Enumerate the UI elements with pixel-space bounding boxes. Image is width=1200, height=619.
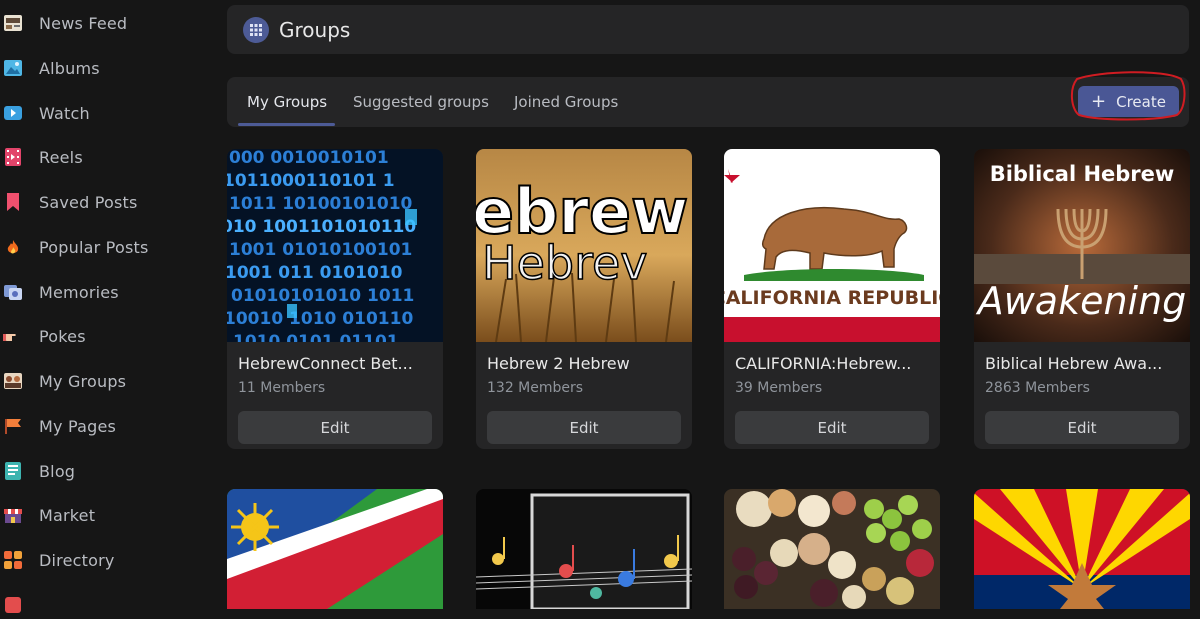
edit-group-button[interactable]: Edit — [735, 411, 929, 444]
plus-icon: + — [1091, 90, 1107, 112]
svg-text:1001 01010100101: 1001 01010100101 — [229, 240, 412, 260]
group-name[interactable]: HebrewConnect Bet... — [238, 354, 432, 373]
group-member-count: 132 Members — [487, 380, 584, 396]
sidebar-item-news-feed[interactable]: News Feed — [0, 9, 215, 37]
memories-icon — [3, 282, 23, 302]
sidebar-item-blog[interactable]: Blog — [0, 457, 215, 485]
sidebar-item-directory[interactable]: Directory — [0, 546, 215, 574]
group-name[interactable]: CALIFORNIA:Hebrew... — [735, 354, 929, 373]
tab-suggested-groups[interactable]: Suggested groups — [353, 93, 489, 111]
image-caption: Awakening — [975, 279, 1187, 323]
create-group-button[interactable]: + Create — [1078, 86, 1179, 117]
image-caption: CALIFORNIA REPUBLIC — [724, 287, 940, 309]
group-card[interactable] — [974, 489, 1190, 609]
sidebar-item-label: News Feed — [39, 13, 128, 33]
california-flag-image: CALIFORNIA REPUBLIC — [724, 149, 940, 342]
svg-text:10010 1010 010110: 10010 1010 010110 — [227, 309, 413, 329]
page-title: Groups — [279, 18, 351, 42]
bookmark-icon — [3, 192, 23, 212]
group-card[interactable]: ebrew Hebrev Hebrew 2 Hebrew 132 Members… — [476, 149, 692, 449]
sidebar-item-reels[interactable]: Reels — [0, 143, 215, 171]
svg-text:1011 10100101010: 1011 10100101010 — [229, 194, 413, 214]
namibia-flag-image — [227, 489, 443, 609]
edit-group-button[interactable]: Edit — [487, 411, 681, 444]
group-card[interactable]: Biblical Hebrew Awakening Biblical Hebre… — [974, 149, 1190, 449]
group-name[interactable]: Biblical Hebrew Awa... — [985, 354, 1179, 373]
group-name[interactable]: Hebrew 2 Hebrew — [487, 354, 681, 373]
image-caption: Biblical Hebrew — [990, 162, 1175, 186]
group-card[interactable] — [227, 489, 443, 609]
directory-icon — [3, 550, 23, 570]
svg-text:000 0010010101: 000 0010010101 — [229, 149, 389, 168]
svg-text:010 1001101010110: 010 1001101010110 — [227, 217, 416, 237]
sidebar: News Feed Albums Watch Reels Saved Posts… — [0, 0, 215, 613]
sidebar-item-my-pages[interactable]: My Pages — [0, 412, 215, 440]
sidebar-item-market[interactable]: Market — [0, 501, 215, 529]
sidebar-item-memories[interactable]: Memories — [0, 278, 215, 306]
tab-joined-groups[interactable]: Joined Groups — [514, 93, 618, 111]
image-caption: Hebrev — [482, 236, 648, 290]
active-tab-indicator — [238, 123, 335, 126]
sidebar-item-label: Albums — [39, 58, 100, 78]
sidebar-item-label: Watch — [39, 103, 90, 123]
sidebar-item-pokes[interactable]: Pokes — [0, 322, 215, 350]
sidebar-item-label: Memories — [39, 282, 119, 302]
tab-my-groups[interactable]: My Groups — [247, 93, 327, 111]
group-member-count: 2863 Members — [985, 380, 1090, 396]
group-member-count: 39 Members — [735, 380, 823, 396]
binary-code-image: 000 0010010101 1011000110101 1 1011 1010… — [227, 149, 443, 342]
group-card[interactable]: CALIFORNIA REPUBLIC CALIFORNIA:Hebrew...… — [724, 149, 940, 449]
group-card[interactable] — [476, 489, 692, 609]
sidebar-item-label: Saved Posts — [39, 192, 138, 212]
group-member-count: 11 Members — [238, 380, 326, 396]
sidebar-item-label: My Pages — [39, 416, 117, 436]
blog-icon — [3, 461, 23, 481]
more-icon — [3, 595, 23, 615]
tab-bar: My Groups Suggested groups Joined Groups… — [227, 71, 1189, 127]
edit-group-button[interactable]: Edit — [985, 411, 1179, 444]
svg-text:1010 0101 01101: 1010 0101 01101 — [233, 332, 399, 342]
sidebar-item-watch[interactable]: Watch — [0, 99, 215, 127]
music-notes-image — [476, 489, 692, 609]
market-icon — [3, 505, 23, 525]
sidebar-item-label: Reels — [39, 147, 83, 167]
svg-text:01010101010 1011: 01010101010 1011 — [231, 286, 414, 306]
sidebar-item-albums[interactable]: Albums — [0, 54, 215, 82]
groups-grid-icon — [243, 17, 269, 43]
group-card[interactable] — [724, 489, 940, 609]
flag-icon — [3, 416, 23, 436]
page-header: Groups — [227, 5, 1189, 54]
sidebar-item-label: Market — [39, 505, 96, 525]
create-button-label: Create — [1116, 92, 1166, 111]
sidebar-item-label: My Groups — [39, 371, 127, 391]
sidebar-item-label: Blog — [39, 461, 76, 481]
arizona-flag-image — [974, 489, 1190, 609]
fruit-platter-image — [724, 489, 940, 609]
biblical-hebrew-image: Biblical Hebrew Awakening — [974, 149, 1190, 342]
sidebar-item-saved-posts[interactable]: Saved Posts — [0, 188, 215, 216]
poke-hand-icon — [3, 326, 23, 346]
svg-text:1011000110101 1: 1011000110101 1 — [227, 171, 395, 191]
sidebar-item-label: Popular Posts — [39, 237, 149, 257]
sidebar-item-popular-posts[interactable]: Popular Posts — [0, 233, 215, 261]
albums-icon — [3, 58, 23, 78]
sidebar-item-more[interactable] — [0, 591, 215, 619]
sidebar-item-label: Directory — [39, 550, 115, 570]
reels-icon — [3, 147, 23, 167]
svg-text:1001 011 0101010: 1001 011 0101010 — [227, 263, 403, 283]
groups-icon — [3, 371, 23, 391]
group-card[interactable]: 000 0010010101 1011000110101 1 1011 1010… — [227, 149, 443, 449]
sidebar-item-label: Pokes — [39, 326, 86, 346]
news-feed-icon — [3, 13, 23, 33]
watch-icon — [3, 103, 23, 123]
edit-group-button[interactable]: Edit — [238, 411, 432, 444]
hebrew-wheat-image: ebrew Hebrev — [476, 149, 692, 342]
sidebar-item-my-groups[interactable]: My Groups — [0, 367, 215, 395]
fire-icon — [3, 237, 23, 257]
